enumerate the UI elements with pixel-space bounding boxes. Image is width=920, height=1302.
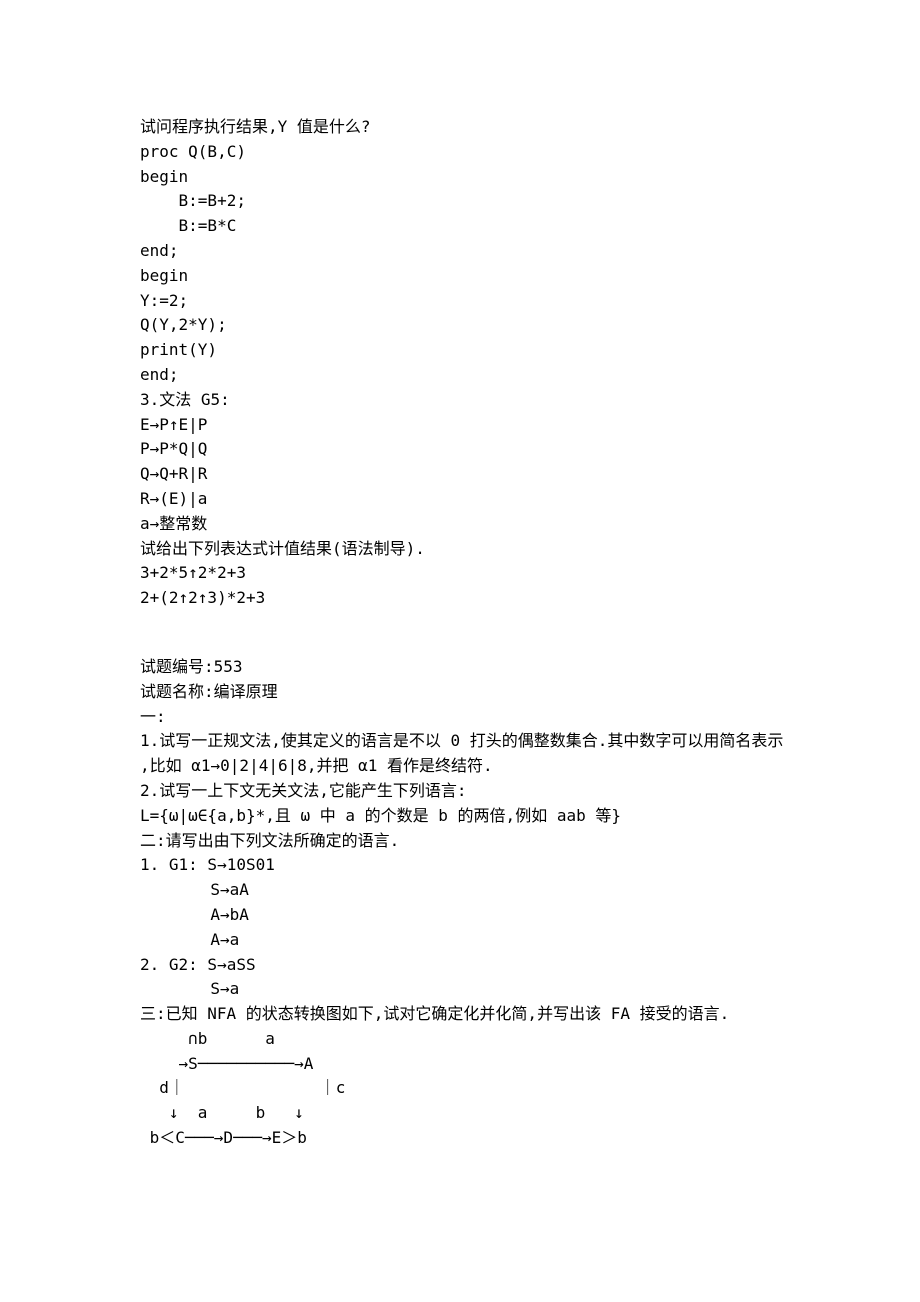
grammar-line: E→P↑E|P (140, 413, 780, 438)
nfa-diagram-line: ∩b a (140, 1027, 780, 1052)
section2-heading: 二:请写出由下列文法所确定的语言. (140, 829, 780, 854)
code-line: end; (140, 239, 780, 264)
expr-line: 2+(2↑2↑3)*2+3 (140, 586, 780, 611)
g1-line: A→bA (140, 903, 780, 928)
code-line: Y:=2; (140, 289, 780, 314)
code-line: Q(Y,2*Y); (140, 313, 780, 338)
s1-item: 1.试写一正规文法,使其定义的语言是不以 0 打头的偶整数集合.其中数字可以用简… (140, 729, 780, 754)
section-spacer (140, 611, 780, 655)
s1-item: L={ω|ω∈{a,b}*,且 ω 中 a 的个数是 b 的两倍,例如 aab … (140, 804, 780, 829)
g1-line: S→aA (140, 878, 780, 903)
nfa-diagram-line: →S──────────→A (140, 1052, 780, 1077)
g2-label: 2. G2: S→aSS (140, 953, 780, 978)
q3-heading: 3.文法 G5: (140, 388, 780, 413)
expr-line: 3+2*5↑2*2+3 (140, 561, 780, 586)
code-line: begin (140, 264, 780, 289)
nfa-diagram-line: b＜C───→D───→E＞b (140, 1126, 780, 1151)
exam-id: 试题编号:553 (140, 655, 780, 680)
grammar-line: a→整常数 (140, 512, 780, 537)
code-line: B:=B*C (140, 214, 780, 239)
nfa-diagram-line: d｜ ｜c (140, 1076, 780, 1101)
code-line: end; (140, 363, 780, 388)
code-line: B:=B+2; (140, 189, 780, 214)
grammar-line: R→(E)|a (140, 487, 780, 512)
exam-name: 试题名称:编译原理 (140, 680, 780, 705)
g1-label: 1. G1: S→10S01 (140, 853, 780, 878)
q3-instruction: 试给出下列表达式计值结果(语法制导). (140, 537, 780, 562)
code-line: print(Y) (140, 338, 780, 363)
g1-line: A→a (140, 928, 780, 953)
grammar-line: P→P*Q|Q (140, 437, 780, 462)
q2-prompt: 试问程序执行结果,Y 值是什么? (140, 115, 780, 140)
document-page: 试问程序执行结果,Y 值是什么? proc Q(B,C) begin B:=B+… (0, 0, 920, 1302)
code-line: begin (140, 165, 780, 190)
section1-heading: 一: (140, 705, 780, 730)
code-line: proc Q(B,C) (140, 140, 780, 165)
section3-heading: 三:已知 NFA 的状态转换图如下,试对它确定化并化简,并写出该 FA 接受的语… (140, 1002, 780, 1027)
grammar-line: Q→Q+R|R (140, 462, 780, 487)
s1-item: ,比如 α1→0|2|4|6|8,并把 α1 看作是终结符. (140, 754, 780, 779)
s1-item: 2.试写一上下文无关文法,它能产生下列语言: (140, 779, 780, 804)
nfa-diagram-line: ↓ a b ↓ (140, 1101, 780, 1126)
g2-line: S→a (140, 977, 780, 1002)
